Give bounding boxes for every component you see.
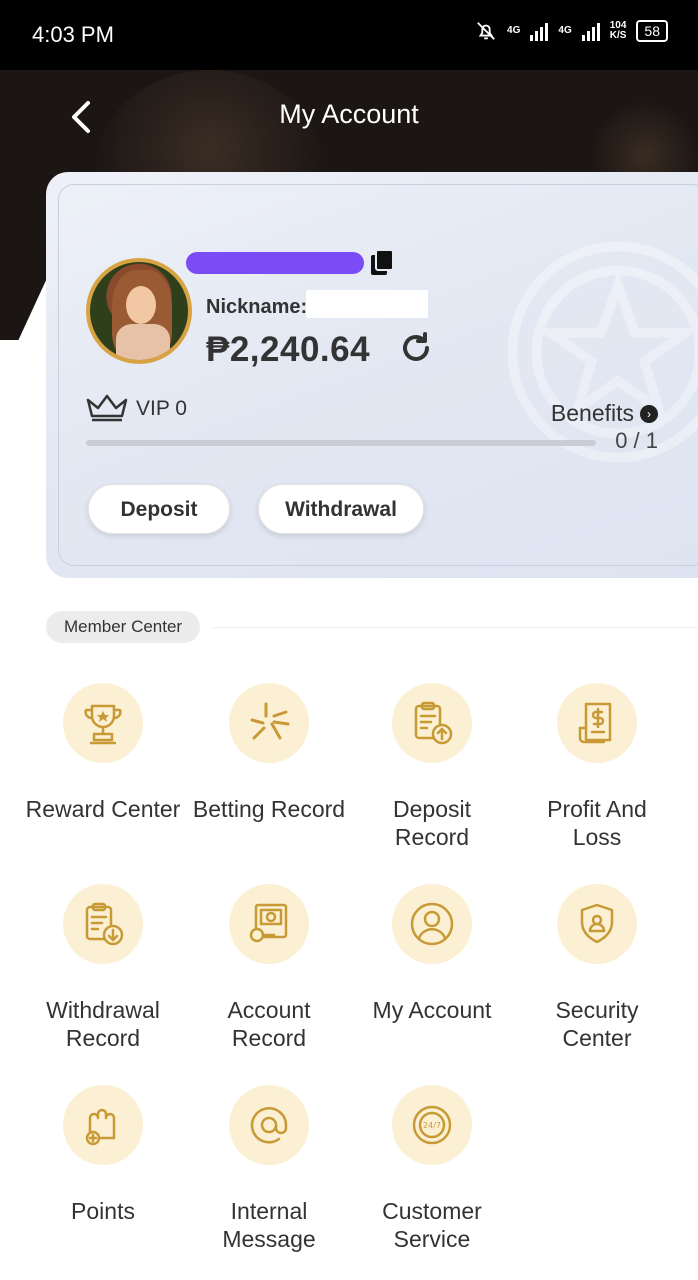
status-icons: 4G 4G 104 K/S 58 (475, 20, 668, 42)
copy-icon[interactable] (371, 250, 395, 276)
watermark-star-icon (507, 241, 698, 463)
points-icon (63, 1085, 143, 1165)
balance-amount: ₱2,240.64 (206, 330, 371, 369)
signal-icon-2 (581, 21, 600, 41)
security-center-label: Security Center (555, 997, 639, 1051)
crown-icon (86, 394, 128, 422)
battery-level: 58 (644, 23, 660, 39)
withdrawal-record-item[interactable]: Withdrawal Record (20, 884, 186, 1052)
at-sign-icon (229, 1085, 309, 1165)
betting-record-label: Betting Record (192, 796, 346, 822)
member-center-title: Member Center (46, 611, 201, 643)
betting-record-item[interactable]: Betting Record (186, 683, 352, 823)
user-circle-icon (392, 884, 472, 964)
points-label: Points (71, 1198, 135, 1224)
security-center-item[interactable]: Security Center (514, 884, 680, 1052)
vip-progress-bar (86, 440, 596, 446)
username-redaction (186, 252, 364, 274)
my-account-item[interactable]: My Account (349, 884, 515, 1024)
deposit-record-item[interactable]: Deposit Record (349, 683, 515, 851)
chevron-right-icon: › (640, 404, 658, 423)
speed-unit: K/S (609, 30, 627, 41)
battery-icon: 58 (636, 20, 668, 42)
deposit-button[interactable]: Deposit (88, 484, 230, 534)
trophy-icon (63, 683, 143, 763)
svg-text:24/7: 24/7 (423, 1121, 441, 1130)
deposit-record-label: Deposit Record (393, 796, 471, 850)
nickname-redaction (306, 290, 428, 318)
shield-user-icon (557, 884, 637, 964)
withdrawal-record-label: Withdrawal Record (46, 997, 160, 1051)
vip-progress-text: 0 / 1 (615, 428, 658, 453)
mute-bell-icon (477, 22, 495, 40)
account-record-icon (229, 884, 309, 964)
signal-icon (530, 21, 549, 41)
refresh-icon[interactable] (398, 330, 434, 366)
customer-service-item[interactable]: 24/7 Customer Service (349, 1085, 515, 1253)
avatar[interactable] (86, 258, 192, 364)
benefits-link[interactable]: Benefits › (551, 400, 658, 427)
page-title: My Account (279, 99, 419, 129)
nickname-label: Nickname: (206, 296, 308, 318)
my-account-label: My Account (372, 997, 492, 1023)
status-bar: 4:03 PM 4G 4G 104 K/S 58 (0, 0, 698, 70)
internal-message-label: Internal Message (222, 1198, 316, 1252)
network-indicator-1: 4G (507, 26, 520, 36)
customer-service-label: Customer Service (382, 1198, 482, 1252)
network-label-2: 4G (558, 25, 572, 36)
network-speed: 104 K/S (610, 21, 627, 41)
receipt-dollar-icon (557, 683, 637, 763)
network-indicator-2: 4G (558, 26, 571, 36)
benefits-label: Benefits (550, 400, 634, 426)
profit-and-loss-label: Profit And Loss (547, 796, 647, 850)
support-24-7-icon: 24/7 (392, 1085, 472, 1165)
points-item[interactable]: Points (20, 1085, 186, 1225)
deposit-clipboard-icon (392, 683, 472, 763)
reward-center-label: Reward Center (25, 796, 181, 822)
status-time: 4:03 PM (32, 22, 114, 47)
sparkle-icon (229, 683, 309, 763)
account-record-label: Account Record (227, 997, 311, 1051)
vip-level: VIP 0 (136, 397, 187, 420)
profile-card: Nickname: ₱2,240.64 VIP 0 Benefits › 0 /… (46, 172, 698, 578)
internal-message-item[interactable]: Internal Message (186, 1085, 352, 1253)
account-record-item[interactable]: Account Record (186, 884, 352, 1052)
withdrawal-clipboard-icon (63, 884, 143, 964)
withdrawal-button[interactable]: Withdrawal (258, 484, 424, 534)
reward-center-item[interactable]: Reward Center (20, 683, 186, 823)
profit-and-loss-item[interactable]: Profit And Loss (514, 683, 680, 851)
network-label-1: 4G (507, 25, 521, 36)
